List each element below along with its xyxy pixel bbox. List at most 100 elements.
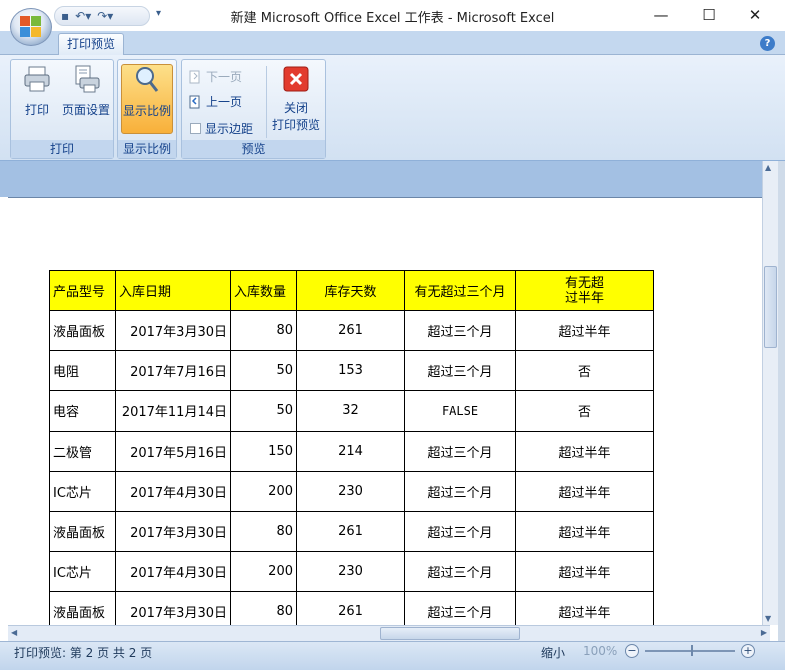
print-button[interactable]: 打印 — [13, 64, 61, 126]
table-cell: 2017年5月16日 — [115, 430, 231, 472]
table-cell: 2017年3月30日 — [115, 510, 231, 553]
table-cell: 超过半年 — [515, 430, 654, 472]
close-preview-button[interactable]: 关闭 打印预览 — [268, 64, 324, 132]
zoom-out-label: 缩小 — [541, 646, 566, 660]
table-cell: 261 — [296, 309, 405, 352]
help-icon[interactable]: ? — [760, 36, 775, 51]
table-header-row: 产品型号 入库日期 入库数量 库存天数 有无超过三个月 有无超 过半年 — [49, 270, 654, 311]
title-bar: ▪ ↶▾ ↷▾ ▾ 新建 Microsoft Office Excel 工作表 … — [0, 0, 785, 32]
table-cell: 液晶面板 — [49, 309, 116, 352]
table-cell: 214 — [296, 430, 405, 472]
horizontal-scrollbar[interactable]: ◀ ▶ — [8, 625, 770, 641]
column-header: 入库数量 — [230, 270, 297, 311]
table-row: 液晶面板 2017年3月30日 80 261 超过三个月 超过半年 — [49, 510, 654, 553]
scroll-down-icon[interactable]: ▼ — [765, 614, 771, 623]
next-page-icon — [189, 70, 200, 83]
table-cell: 超过三个月 — [404, 591, 516, 625]
page-setup-button[interactable]: 页面设置 — [59, 64, 113, 126]
table-cell: IC芯片 — [49, 470, 116, 512]
table-cell: 80 — [230, 309, 297, 352]
column-header: 有无超 过半年 — [515, 270, 654, 311]
group-print-label: 打印 — [11, 140, 113, 158]
preview-page: 产品型号 入库日期 入库数量 库存天数 有无超过三个月 有无超 过半年 液晶面板 2017年3… — [8, 197, 762, 625]
zoom-out-icon[interactable]: − — [625, 644, 639, 658]
zoom-button[interactable]: 显示比例 — [121, 64, 173, 134]
table-row: 电容 2017年11月14日 50 32 FALSE 否 — [49, 390, 654, 432]
scroll-left-icon[interactable]: ◀ — [11, 628, 17, 637]
table-cell: 超过半年 — [515, 470, 654, 512]
maximize-button[interactable]: ☐ — [686, 0, 732, 30]
prev-page-icon — [189, 95, 200, 108]
table-cell: 超过三个月 — [404, 350, 516, 392]
table-cell: 2017年3月30日 — [115, 309, 231, 352]
table-cell: 80 — [230, 591, 297, 625]
magnifier-icon — [136, 67, 159, 92]
table-cell: 二极管 — [49, 430, 116, 472]
ribbon: 打印 页面设置 打印 显示比例 显示比例 下一页 上一页 显示边距 关闭 打印预… — [0, 55, 785, 161]
table-cell: 261 — [296, 591, 405, 625]
table-cell: 150 — [230, 430, 297, 472]
prev-page-button[interactable]: 上一页 — [188, 93, 242, 110]
table-row: IC芯片 2017年4月30日 200 230 超过三个月 超过半年 — [49, 470, 654, 512]
tab-print-preview[interactable]: 打印预览 — [58, 33, 124, 56]
table-cell: 2017年4月30日 — [115, 551, 231, 593]
next-page-button[interactable]: 下一页 — [188, 68, 242, 85]
table-row: 液晶面板 2017年3月30日 80 261 超过三个月 超过半年 — [49, 309, 654, 352]
table-cell: 200 — [230, 551, 297, 593]
table-cell: 超过三个月 — [404, 309, 516, 352]
vertical-scroll-thumb[interactable] — [764, 266, 777, 348]
close-button[interactable]: ✕ — [732, 0, 778, 30]
table-cell: 超过三个月 — [404, 430, 516, 472]
table-cell: 超过半年 — [515, 591, 654, 625]
column-header: 产品型号 — [49, 270, 116, 311]
data-table: 产品型号 入库日期 入库数量 库存天数 有无超过三个月 有无超 过半年 液晶面板 2017年3… — [49, 270, 654, 625]
zoom-percent[interactable]: 100% — [583, 644, 617, 658]
minimize-button[interactable]: — — [638, 0, 684, 30]
checkbox-icon — [190, 123, 201, 134]
group-preview-label: 预览 — [182, 140, 325, 158]
zoom-control: 缩小 100% − + — [531, 642, 781, 660]
vertical-scrollbar[interactable]: ▲ ▼ — [762, 161, 778, 625]
table-cell: 电容 — [49, 390, 116, 432]
table-cell: 230 — [296, 551, 405, 593]
zoom-in-icon[interactable]: + — [741, 644, 755, 658]
table-cell: 32 — [296, 390, 405, 432]
table-cell: 50 — [230, 350, 297, 392]
zoom-slider-thumb[interactable] — [691, 645, 693, 656]
table-cell: 否 — [515, 390, 654, 432]
table-cell: 电阻 — [49, 350, 116, 392]
close-preview-icon — [283, 66, 309, 92]
horizontal-scroll-thumb[interactable] — [380, 627, 520, 640]
table-cell: 超过半年 — [515, 551, 654, 593]
show-margins-checkbox[interactable]: 显示边距 — [190, 120, 253, 137]
table-cell: 液晶面板 — [49, 510, 116, 553]
table-cell: 2017年4月30日 — [115, 470, 231, 512]
table-cell: 80 — [230, 510, 297, 553]
status-bar: 打印预览: 第 2 页 共 2 页 缩小 100% − + — [0, 641, 785, 670]
page-setup-icon — [75, 65, 100, 93]
table-cell: 230 — [296, 470, 405, 512]
preview-background — [0, 161, 762, 197]
scroll-up-icon[interactable]: ▲ — [765, 163, 771, 172]
table-cell: FALSE — [404, 390, 516, 432]
table-cell: 153 — [296, 350, 405, 392]
zoom-slider[interactable] — [645, 650, 735, 652]
column-header: 库存天数 — [296, 270, 405, 311]
table-cell: 超过三个月 — [404, 551, 516, 593]
ribbon-tab-bar: 打印预览 ? — [0, 31, 785, 56]
status-text: 打印预览: 第 2 页 共 2 页 — [14, 646, 153, 660]
office-logo-icon — [20, 16, 42, 38]
table-cell: 超过半年 — [515, 510, 654, 553]
group-print: 打印 页面设置 打印 — [10, 59, 114, 159]
column-header: 有无超过三个月 — [404, 270, 516, 311]
divider — [266, 66, 267, 138]
table-cell: 261 — [296, 510, 405, 553]
table-cell: 2017年3月30日 — [115, 591, 231, 625]
table-row: 电阻 2017年7月16日 50 153 超过三个月否 — [49, 350, 654, 392]
office-button[interactable] — [10, 8, 52, 46]
table-cell: IC芯片 — [49, 551, 116, 593]
table-cell: 超过三个月 — [404, 510, 516, 553]
table-row: 二极管 2017年5月16日 150 214 超过三个月 超过半年 — [49, 430, 654, 472]
scroll-right-icon[interactable]: ▶ — [761, 628, 767, 637]
table-row: 液晶面板 2017年3月30日 80 261 超过三个月 超过半年 — [49, 591, 654, 625]
